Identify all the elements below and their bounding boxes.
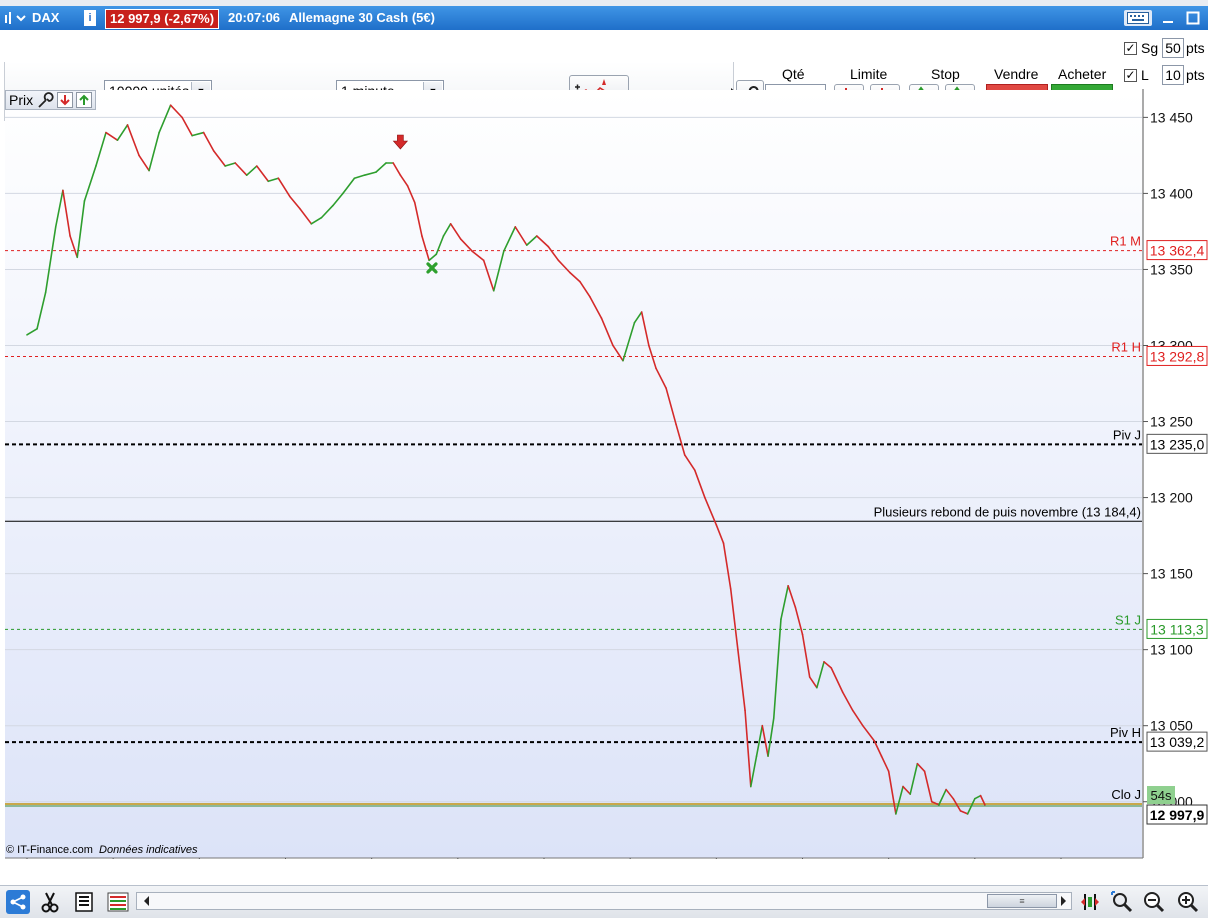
sg-unit: pts [1186,40,1205,56]
order-book-icon[interactable] [106,890,130,914]
disclaimer: Données indicatives [99,844,198,856]
instrument-name: Allemagne 30 Cash (5€) [289,10,435,25]
y-tick-label: 13 100 [1150,642,1193,658]
limit-label: Limite [850,66,888,82]
qty-label: Qté [782,66,805,82]
sg-input[interactable]: 50 [1162,38,1184,58]
chevron-down-icon[interactable] [15,10,27,26]
chart-svg[interactable]: R1 M R1 H Piv J Plusieurs rebond de puis no… [0,89,1208,859]
level-price-text: 13 113,3 [1150,621,1204,637]
keyboard-icon[interactable] [1124,10,1152,26]
l-input[interactable]: 10 [1162,65,1184,85]
wrench-icon[interactable] [36,92,54,108]
sell-label: Vendre [994,66,1039,82]
level-price-text: 13 235,0 [1150,436,1205,452]
y-tick-label: 13 350 [1150,261,1193,277]
panel-label: Prix [9,92,34,108]
sg-label: Sg [1141,40,1159,56]
minimize-icon[interactable] [1160,10,1176,26]
panel-header: Prix [5,90,97,110]
y-tick-label: 13 200 [1150,490,1193,506]
level-price-text: 13 362,4 [1150,243,1205,259]
credits: © IT-Finance.com Données indicatives [6,844,197,856]
sg-checkbox[interactable]: ✓ [1124,42,1137,55]
y-tick-label: 13 250 [1150,414,1193,430]
y-tick-label: 13 450 [1150,109,1193,125]
zoom-in-icon[interactable] [1176,890,1200,914]
toolbar: 10000 unités ▼ 1 minute ▼ Qté 1 Limite [0,31,1208,121]
buy-label: Acheter [1058,66,1107,82]
stop-label: Stop [931,66,960,82]
y-tick-label: 13 050 [1150,718,1193,734]
l-label: L [1141,67,1149,83]
level-label: S1 J [1115,612,1141,627]
share-icon[interactable] [6,890,30,914]
list-icon[interactable] [72,890,96,914]
maximize-icon[interactable] [1184,10,1202,26]
last-price-text: 12 997,9 [1150,807,1205,823]
level-label: Plusieurs rebond de puis novembre (13 18… [874,504,1141,519]
l-unit: pts [1186,67,1205,83]
info-icon[interactable]: i [84,10,96,26]
symbol-label: DAX [32,10,60,25]
scroll-left-icon[interactable] [141,894,151,908]
title-bar: DAX i 12 997,9 (-2,67%) 20:07:06 Allemag… [0,6,1208,30]
scroll-right-icon[interactable] [1059,894,1069,908]
y-tick-label: 13 150 [1150,566,1193,582]
move-up-icon[interactable] [76,92,93,108]
copyright: © IT-Finance.com [6,844,93,856]
zoom-out-icon[interactable] [1142,890,1166,914]
level-label: R1 H [1111,339,1141,354]
bottom-toolbar: ≡ [0,885,1208,918]
price-badge: 12 997,9 (-2,67%) [105,9,220,29]
time-scrollbar[interactable]: ≡ [136,892,1072,910]
level-label: Piv H [1110,725,1141,740]
scroll-thumb[interactable]: ≡ [987,894,1057,908]
level-label: Clo J [1111,787,1141,802]
zoom-area-icon[interactable] [1110,890,1134,914]
autoscale-icon[interactable] [1078,890,1102,914]
y-tick-label: 13 400 [1150,185,1193,201]
l-checkbox[interactable]: ✓ [1124,69,1137,82]
level-label: R1 M [1110,234,1141,249]
level-price-text: 13 292,8 [1150,348,1205,364]
price-chart[interactable]: R1 M R1 H Piv J Plusieurs rebond de puis no… [0,89,1208,859]
clock-time: 20:07:06 [228,10,281,25]
level-price-text: 13 039,2 [1150,734,1205,750]
bars-icon [4,10,14,26]
level-label: Piv J [1113,427,1141,442]
move-down-icon[interactable] [57,92,74,108]
scissors-icon[interactable] [38,890,62,914]
countdown-text: 54s [1151,788,1172,803]
